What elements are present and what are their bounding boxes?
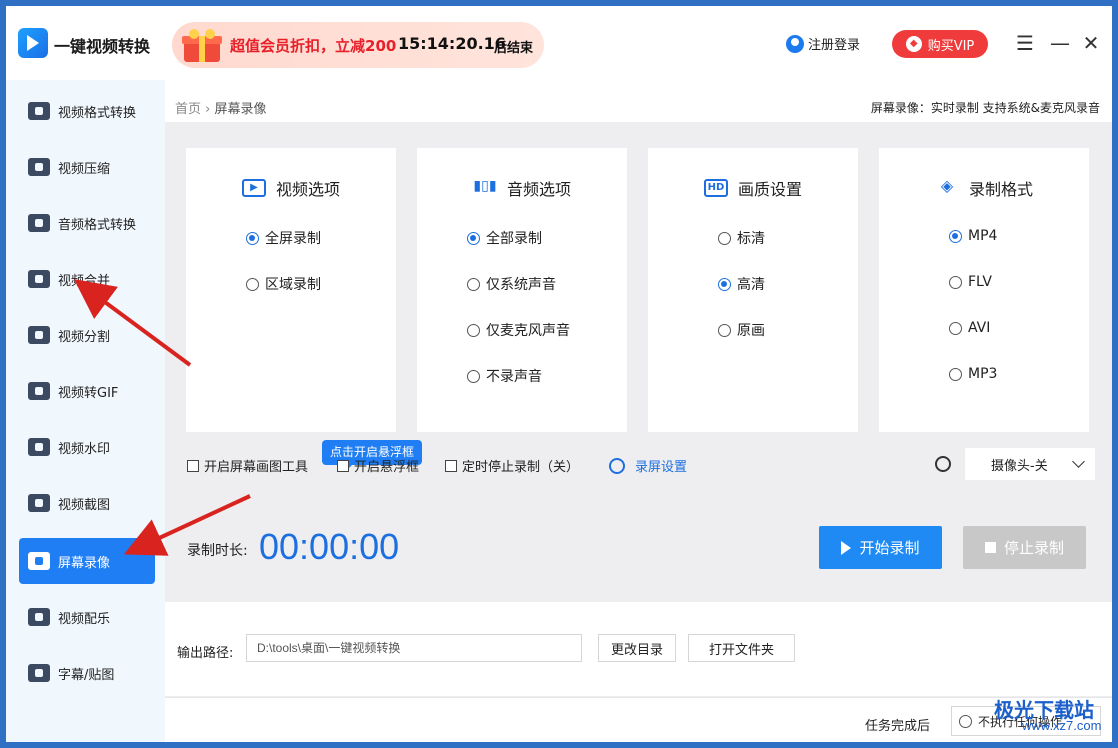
arrow-to-merge <box>73 279 192 367</box>
watermark-url: www.xz7.com <box>1022 718 1102 733</box>
arrow-to-screen-record <box>123 494 251 556</box>
site-watermark: 极光下载站 www.xz7.com <box>960 694 1110 738</box>
annotation-arrows <box>73 279 251 556</box>
